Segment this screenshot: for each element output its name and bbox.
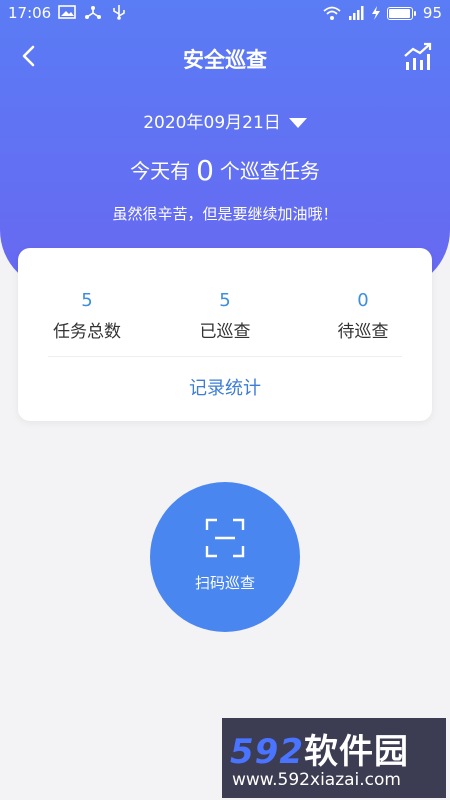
usb-icon bbox=[113, 5, 125, 20]
encouragement-text: 虽然很辛苦，但是要继续加油哦！ bbox=[112, 205, 338, 223]
watermark-number: 592 bbox=[230, 732, 304, 772]
today-task-summary: 今天有 0 个巡查任务 bbox=[0, 154, 450, 187]
card-divider bbox=[48, 356, 402, 357]
status-bar: 17:06 95 bbox=[0, 0, 450, 28]
scan-button-label: 扫码巡查 bbox=[194, 574, 255, 592]
stat-label: 已巡查 bbox=[199, 322, 251, 342]
status-time: 17:06 bbox=[8, 4, 52, 22]
battery-percentage: 95 bbox=[422, 4, 442, 22]
stats-row: 5 任务总数 5 已巡查 0 待巡查 bbox=[18, 290, 432, 342]
battery-level-fill bbox=[388, 8, 410, 18]
stat-value: 5 bbox=[81, 290, 93, 311]
watermark-logo: 592软件园 bbox=[230, 724, 409, 773]
page-title: 安全巡查 bbox=[183, 48, 267, 72]
task-suffix: 个巡查任务 bbox=[219, 159, 320, 183]
share-icon bbox=[85, 6, 101, 19]
stat-inspected: 5 已巡查 bbox=[156, 290, 294, 342]
stat-pending: 0 待巡查 bbox=[294, 290, 432, 342]
caret-down-icon bbox=[288, 118, 307, 128]
scan-frame-icon bbox=[205, 518, 245, 558]
stat-label: 待巡查 bbox=[337, 322, 389, 342]
inspection-summary-card: 5 任务总数 5 已巡查 0 待巡查 记录统计 bbox=[18, 248, 432, 421]
stat-value: 5 bbox=[219, 290, 231, 311]
record-statistics-link[interactable]: 记录统计 bbox=[18, 374, 432, 400]
charging-icon bbox=[371, 6, 380, 20]
signal-icon bbox=[348, 6, 364, 20]
stat-value: 0 bbox=[357, 290, 369, 311]
site-watermark: 592软件园 www.592xiazai.com bbox=[222, 718, 446, 798]
status-system-icons: 95 bbox=[323, 4, 442, 22]
stat-label: 任务总数 bbox=[53, 322, 121, 342]
watermark-url: www.592xiazai.com bbox=[232, 770, 401, 790]
selected-date: 2020年09月21日 bbox=[143, 113, 281, 133]
wifi-icon bbox=[323, 6, 341, 20]
status-notification-icons bbox=[58, 4, 128, 20]
date-selector[interactable]: 2020年09月21日 bbox=[0, 108, 450, 133]
top-navigation-bar: 安全巡查 bbox=[0, 34, 450, 78]
task-count: 0 bbox=[196, 154, 214, 187]
task-prefix: 今天有 bbox=[130, 159, 191, 183]
image-icon bbox=[58, 5, 76, 19]
battery-icon bbox=[386, 6, 416, 20]
stat-total-tasks: 5 任务总数 bbox=[18, 290, 156, 342]
scan-inspection-button[interactable]: 扫码巡查 bbox=[150, 482, 300, 632]
watermark-brand: 软件园 bbox=[303, 732, 409, 772]
trend-chart-icon[interactable] bbox=[402, 40, 434, 72]
